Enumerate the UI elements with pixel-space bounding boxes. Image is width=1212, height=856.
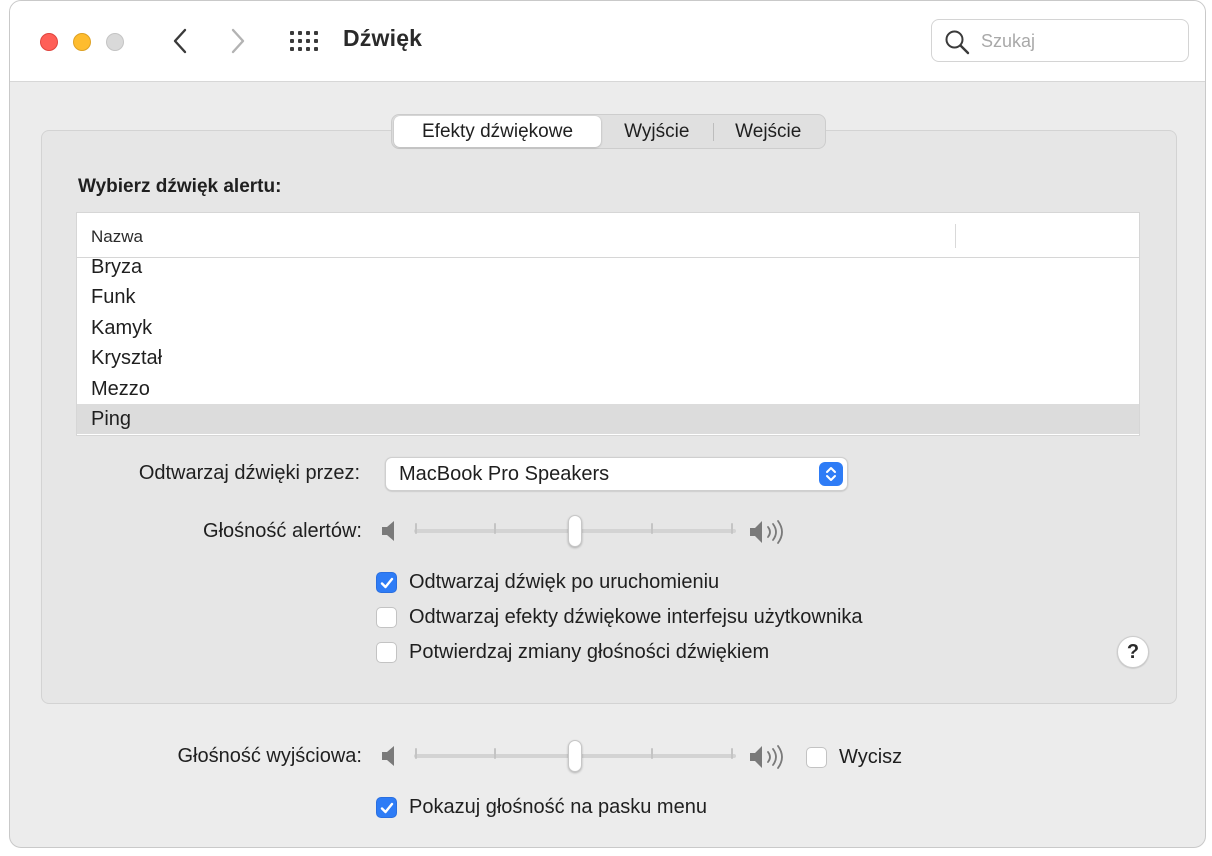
alert-volume-label: Głośność alertów:: [203, 520, 362, 542]
chevron-left-icon: [173, 28, 187, 54]
show-volume-in-menu-bar-label: Pokazuj głośność na pasku menu: [409, 796, 707, 818]
checkmark-icon: [380, 577, 393, 588]
show-volume-in-menu-bar-checkbox[interactable]: [376, 797, 397, 818]
play-through-label: Odtwarzaj dźwięki przez:: [138, 462, 360, 484]
window-title: Dźwięk: [343, 25, 423, 51]
forward-button[interactable]: [223, 25, 253, 57]
help-button[interactable]: ?: [1117, 636, 1149, 668]
tab-sound-effects[interactable]: Efekty dźwiękowe: [394, 116, 602, 147]
alert-volume-slider[interactable]: [378, 512, 790, 552]
close-window-button[interactable]: [40, 33, 58, 51]
startup-sound-checkbox[interactable]: [376, 572, 397, 593]
zoom-window-button[interactable]: [106, 33, 124, 51]
show-volume-in-menu-bar-option[interactable]: Pokazuj głośność na pasku menu: [376, 796, 707, 819]
ui-sound-effects-option[interactable]: Odtwarzaj efekty dźwiękowe interfejsu uż…: [376, 606, 863, 629]
search-icon: [945, 30, 970, 55]
alert-sound-table[interactable]: Nazwa Bryza Funk Kamyk Kryształ Mezzo Pi…: [76, 212, 1140, 436]
output-volume-label: Głośność wyjściowa:: [177, 745, 362, 767]
tab-output[interactable]: Wyjście: [601, 116, 712, 147]
chevron-right-icon: [231, 28, 245, 54]
sound-list: Bryza Funk Kamyk Kryształ Mezzo Ping: [77, 252, 1139, 435]
sound-row-krysztal[interactable]: Kryształ: [77, 343, 1139, 373]
volume-feedback-option[interactable]: Potwierdzaj zmiany głośności dźwiękiem: [376, 641, 769, 664]
volume-feedback-label: Potwierdzaj zmiany głośności dźwiękiem: [409, 641, 770, 663]
speaker-low-icon: [382, 521, 394, 541]
column-separator: [955, 224, 956, 248]
show-all-button[interactable]: [288, 29, 320, 53]
checkmark-icon: [380, 802, 393, 813]
column-header-name[interactable]: Nazwa: [91, 227, 143, 247]
slider-knob[interactable]: [568, 740, 582, 772]
popup-arrows-icon: [819, 462, 843, 486]
sound-row-ping[interactable]: Ping: [77, 403, 1139, 435]
speaker-low-icon: [382, 746, 394, 766]
output-device-popup[interactable]: MacBook Pro Speakers: [385, 457, 848, 491]
output-device-value: MacBook Pro Speakers: [399, 463, 610, 485]
grid-dots-icon: [288, 29, 320, 53]
alert-section-title: Wybierz dźwięk alertu:: [78, 176, 282, 197]
sound-row-funk[interactable]: Funk: [77, 282, 1139, 312]
mute-option[interactable]: Wycisz: [806, 746, 902, 769]
tab-input[interactable]: Wejście: [714, 116, 823, 147]
mute-label: Wycisz: [839, 746, 903, 768]
titlebar: Dźwięk Szukaj: [10, 1, 1205, 82]
ui-sound-effects-checkbox[interactable]: [376, 607, 397, 628]
minimize-window-button[interactable]: [73, 33, 91, 51]
volume-feedback-checkbox[interactable]: [376, 642, 397, 663]
startup-sound-option[interactable]: Odtwarzaj dźwięk po uruchomieniu: [376, 571, 719, 594]
search-field[interactable]: Szukaj: [931, 19, 1189, 62]
back-button[interactable]: [165, 25, 195, 57]
tab-bar: Efekty dźwiękowe Wyjście Wejście: [391, 114, 826, 149]
slider-knob[interactable]: [568, 515, 582, 547]
startup-sound-label: Odtwarzaj dźwięk po uruchomieniu: [409, 571, 720, 593]
speaker-high-icon: [750, 745, 783, 769]
sound-row-mezzo[interactable]: Mezzo: [77, 374, 1139, 404]
search-placeholder: Szukaj: [981, 31, 1036, 51]
sound-row-kamyk[interactable]: Kamyk: [77, 313, 1139, 343]
sound-row-bryza[interactable]: Bryza: [77, 252, 1139, 282]
ui-sound-effects-label: Odtwarzaj efekty dźwiękowe interfejsu uż…: [409, 606, 863, 628]
speaker-high-icon: [750, 520, 783, 544]
output-volume-slider[interactable]: [378, 737, 790, 777]
sound-preferences-window: Dźwięk Szukaj Efekty dźwiękowe Wyjście W…: [9, 0, 1206, 848]
mute-checkbox[interactable]: [806, 747, 827, 768]
